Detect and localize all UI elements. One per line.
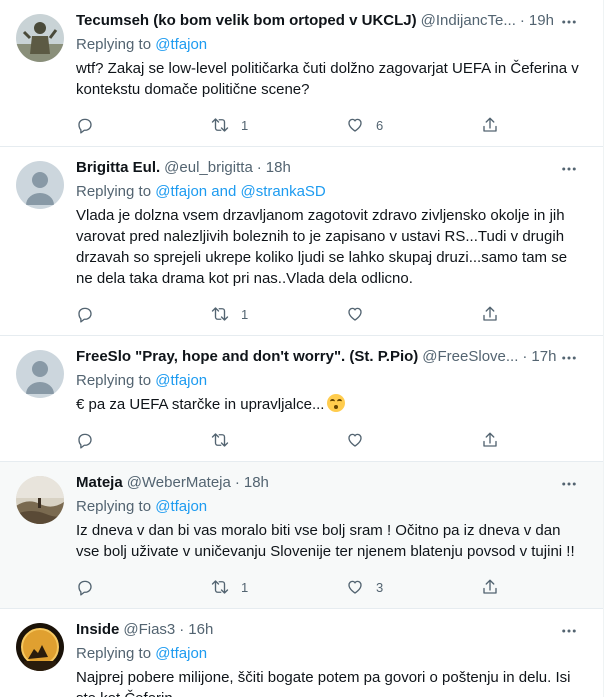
retweet-icon: [211, 307, 229, 321]
like-icon: [348, 118, 362, 132]
separator-dot: ·: [519, 12, 525, 29]
more-button[interactable]: [557, 621, 581, 641]
replying-to: Replying to @tfajon: [76, 36, 208, 53]
action-bar: [76, 423, 501, 457]
more-icon: [562, 167, 576, 171]
like-icon: [348, 307, 362, 321]
separator-dot: ·: [179, 621, 185, 638]
tweet-text: Vlada je dolzna vsem drzavljanom zagotov…: [76, 207, 568, 287]
tweet[interactable]: FreeSlo "Pray, hope and don't worry". (S…: [0, 336, 603, 462]
tweet[interactable]: Tecumseh (ko bom velik bom ortoped v UKC…: [0, 0, 603, 147]
share-icon: [483, 306, 497, 321]
mention-link[interactable]: @tfajon and @strankaSD: [155, 183, 326, 200]
display-name[interactable]: Tecumseh (ko bom velik bom ortoped v UKC…: [76, 11, 417, 31]
retweet-button[interactable]: 1: [211, 578, 301, 596]
retweet-icon: [211, 433, 229, 447]
retweet-icon: [211, 118, 229, 132]
timestamp[interactable]: 18h: [244, 473, 269, 493]
display-name[interactable]: Mateja: [76, 473, 123, 493]
share-button[interactable]: [481, 431, 501, 449]
user-handle[interactable]: @WeberMateja: [127, 473, 231, 493]
upside-down-face-icon: [327, 394, 346, 412]
separator-dot: ·: [256, 159, 262, 176]
mention-link[interactable]: @tfajon: [155, 372, 207, 389]
retweet-count: 1: [241, 306, 249, 322]
replying-to: Replying to @tfajon: [76, 645, 208, 662]
like-button[interactable]: [346, 305, 436, 323]
timestamp[interactable]: 19h: [529, 11, 554, 31]
more-icon: [562, 356, 576, 360]
more-icon: [562, 20, 576, 24]
share-button[interactable]: [481, 578, 501, 596]
like-button[interactable]: 6: [346, 116, 436, 134]
avatar[interactable]: [16, 476, 64, 524]
display-name[interactable]: Inside: [76, 620, 119, 640]
reply-button[interactable]: [76, 431, 166, 449]
more-button[interactable]: [557, 474, 581, 494]
retweet-count: 1: [241, 579, 249, 595]
share-button[interactable]: [481, 305, 501, 323]
avatar[interactable]: [16, 14, 64, 62]
more-icon: [562, 482, 576, 486]
retweet-icon: [211, 580, 229, 594]
tweet-text: Iz dneva v dan bi vas moralo biti vse bo…: [76, 522, 575, 560]
share-icon: [483, 117, 497, 132]
replying-to: Replying to @tfajon: [76, 498, 208, 515]
retweet-button[interactable]: 1: [211, 116, 301, 134]
replying-to: Replying to @tfajon: [76, 372, 208, 389]
separator-dot: ·: [522, 348, 528, 365]
mention-link[interactable]: @tfajon: [155, 498, 207, 515]
timestamp[interactable]: 18h: [266, 158, 291, 178]
like-count: 6: [376, 117, 384, 133]
user-handle[interactable]: @FreeSlove...: [422, 347, 518, 367]
more-button[interactable]: [557, 348, 581, 368]
action-bar: 1 3: [76, 570, 501, 604]
reply-icon: [78, 307, 92, 323]
tweet-text: Najprej pobere milijone, ščiti bogate po…: [76, 669, 571, 697]
mention-link[interactable]: @tfajon: [155, 36, 207, 53]
like-icon: [348, 433, 362, 447]
reply-icon: [78, 118, 92, 134]
like-icon: [348, 580, 362, 594]
replying-to: Replying to @tfajon and @strankaSD: [76, 183, 326, 200]
avatar[interactable]: [16, 350, 64, 398]
timestamp[interactable]: 16h: [188, 620, 213, 640]
tweet-text: € pa za UEFA starčke in upravljalce...: [76, 394, 579, 415]
share-button[interactable]: [481, 116, 501, 134]
reply-feed: Tecumseh (ko bom velik bom ortoped v UKC…: [0, 0, 604, 697]
user-handle[interactable]: @Fias3: [123, 620, 175, 640]
tweet[interactable]: Inside @Fias3 · 16h Replying to @tfajon …: [0, 609, 603, 697]
retweet-button[interactable]: 1: [211, 305, 301, 323]
avatar[interactable]: [16, 623, 64, 671]
reply-icon: [78, 580, 92, 596]
more-button[interactable]: [557, 12, 581, 32]
share-icon: [483, 432, 497, 447]
retweet-count: 1: [241, 117, 249, 133]
share-icon: [483, 579, 497, 594]
reply-button[interactable]: [76, 116, 166, 134]
more-icon: [562, 629, 576, 633]
mention-link[interactable]: @tfajon: [155, 645, 207, 662]
timestamp[interactable]: 17h: [531, 347, 556, 367]
tweet[interactable]: Mateja @WeberMateja · 18h Replying to @t…: [0, 462, 603, 609]
user-handle[interactable]: @eul_brigitta: [164, 158, 253, 178]
separator-dot: ·: [234, 474, 240, 491]
more-button[interactable]: [557, 159, 581, 179]
avatar[interactable]: [16, 161, 64, 209]
tweet-text: wtf? Zakaj se low-level političarka čuti…: [76, 60, 579, 98]
tweet[interactable]: Brigitta Eul. @eul_brigitta · 18h Replyi…: [0, 147, 603, 336]
reply-button[interactable]: [76, 578, 166, 596]
like-button[interactable]: 3: [346, 578, 436, 596]
reply-icon: [78, 433, 92, 449]
action-bar: 1 6: [76, 108, 501, 142]
retweet-button[interactable]: [211, 431, 301, 449]
display-name[interactable]: Brigitta Eul.: [76, 158, 160, 178]
like-button[interactable]: [346, 431, 436, 449]
display-name[interactable]: FreeSlo "Pray, hope and don't worry". (S…: [76, 347, 418, 367]
action-bar: 1: [76, 297, 501, 331]
reply-button[interactable]: [76, 305, 166, 323]
like-count: 3: [376, 579, 384, 595]
user-handle[interactable]: @IndijancTe...: [421, 11, 516, 31]
